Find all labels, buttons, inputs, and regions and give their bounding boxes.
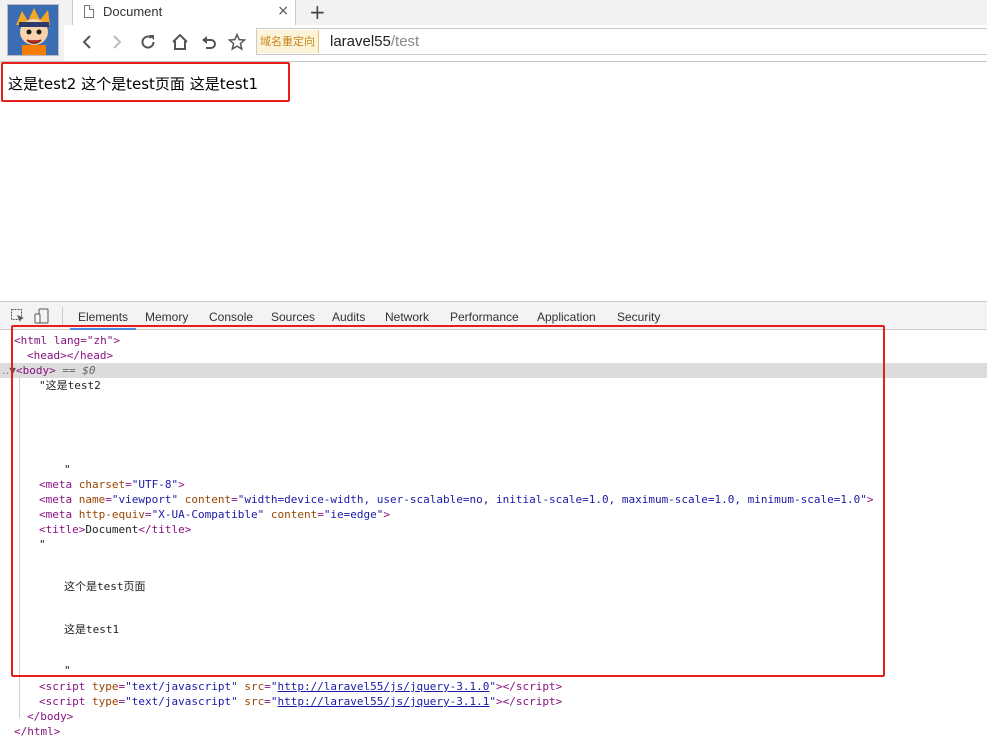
redirect-badge[interactable]: 域名重定向 xyxy=(257,30,319,53)
dom-node-html-close[interactable]: </html> xyxy=(14,724,60,739)
tab-security[interactable]: Security xyxy=(617,310,660,324)
url-text[interactable]: laravel55/test xyxy=(330,33,419,50)
inspect-element-icon[interactable] xyxy=(10,308,26,324)
undo-icon[interactable] xyxy=(198,31,220,53)
script-src-link-1[interactable]: http://laravel55/js/jquery-3.1.0 xyxy=(277,680,489,693)
url-path: /test xyxy=(390,33,420,50)
reload-icon[interactable] xyxy=(137,31,159,53)
tab-performance[interactable]: Performance xyxy=(450,310,519,324)
address-bar[interactable]: 域名重定向 laravel55/test xyxy=(256,28,987,55)
browser-tab[interactable]: Document × xyxy=(72,0,296,25)
home-icon[interactable] xyxy=(169,31,191,53)
device-toolbar-icon[interactable] xyxy=(34,308,50,324)
annotation-box-page xyxy=(1,62,290,102)
dom-node-script-2[interactable]: <script type="text/javascript" src="http… xyxy=(39,694,562,709)
forward-icon[interactable] xyxy=(106,31,128,53)
dom-node-body-close[interactable]: </body> xyxy=(27,709,73,724)
close-icon[interactable]: × xyxy=(277,3,289,19)
tab-audits[interactable]: Audits xyxy=(332,310,365,324)
tab-sources[interactable]: Sources xyxy=(271,310,315,324)
devtools-panel: Elements Memory Console Sources Audits N… xyxy=(0,301,987,755)
browser-chrome: Document × + 域名重定向 laravel55/test xyxy=(0,0,987,62)
bookmark-star-icon[interactable] xyxy=(226,31,248,53)
toolbar-divider xyxy=(62,307,63,325)
document-icon xyxy=(84,5,94,18)
dom-node-script-1[interactable]: <script type="text/javascript" src="http… xyxy=(39,679,562,694)
dom-tree: <html lang="zh"> <head></head> ‥▼<body> … xyxy=(0,325,987,755)
back-icon[interactable] xyxy=(76,31,98,53)
tab-title: Document xyxy=(103,4,163,19)
url-host: laravel55 xyxy=(330,33,391,50)
tab-console[interactable]: Console xyxy=(209,310,253,324)
annotation-box-dom xyxy=(11,325,885,677)
script-src-link-2[interactable]: http://laravel55/js/jquery-3.1.1 xyxy=(277,695,489,708)
tab-memory[interactable]: Memory xyxy=(145,310,188,324)
navigation-bar: 域名重定向 laravel55/test xyxy=(64,25,987,61)
tab-network[interactable]: Network xyxy=(385,310,429,324)
tab-elements[interactable]: Elements xyxy=(78,310,128,324)
profile-avatar[interactable] xyxy=(7,4,59,56)
new-tab-button[interactable]: + xyxy=(309,0,326,24)
tab-application[interactable]: Application xyxy=(537,310,596,324)
